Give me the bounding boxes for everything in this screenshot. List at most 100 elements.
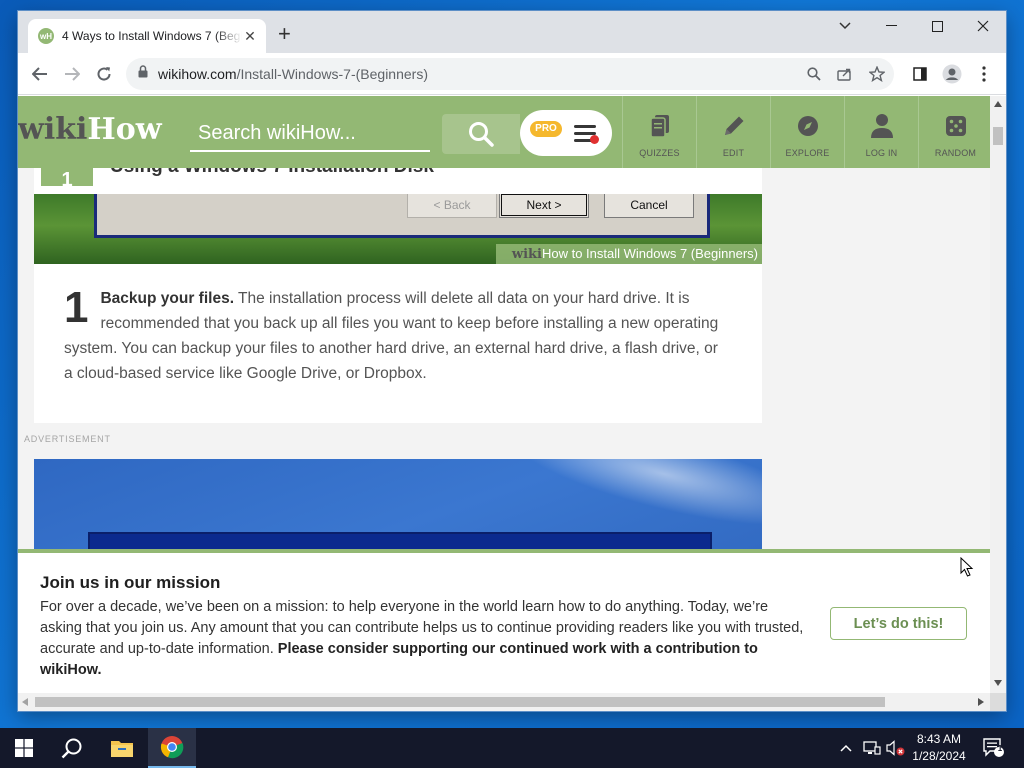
horizontal-scroll-thumb[interactable] (35, 697, 885, 707)
kebab-menu-icon[interactable] (973, 64, 995, 84)
user-icon (870, 112, 894, 140)
wikihow-search (190, 116, 430, 152)
article-section: 1 Using a Windows 7 Installation Disk < … (34, 168, 762, 423)
taskbar-search-button[interactable] (48, 728, 96, 768)
wikihow-favicon-icon: wH (38, 28, 54, 44)
start-button[interactable] (0, 728, 48, 768)
windows-logo-icon (15, 739, 33, 757)
profile-avatar-icon[interactable] (941, 64, 963, 84)
lets-do-this-button[interactable]: Let’s do this! (830, 607, 967, 640)
tray-overflow-chevron-up-icon[interactable] (838, 739, 854, 757)
logo-how: How (87, 112, 162, 147)
nav-edit-label: EDIT (722, 148, 745, 158)
close-window-button[interactable] (960, 11, 1006, 41)
browser-window: wH 4 Ways to Install Windows 7 (Beginner… (18, 11, 1006, 711)
caption-brand-how: How (541, 246, 568, 261)
nav-random-label: RANDOM (934, 148, 977, 158)
tab-search-chevron-down-icon[interactable] (822, 11, 868, 41)
banner-title: Join us in our mission (40, 573, 221, 592)
url-host: wikihow.com (158, 66, 237, 82)
advertisement-label: ADVERTISEMENT (24, 434, 111, 444)
nav-login-label: LOG IN (865, 148, 898, 158)
nav-edit[interactable]: EDIT (696, 96, 770, 168)
scroll-right-arrow-icon[interactable] (978, 698, 984, 706)
banner-text: For over a decade, we’ve been on a missi… (40, 597, 810, 681)
scroll-left-arrow-icon[interactable] (22, 698, 28, 706)
notification-center-button[interactable]: 1 (982, 738, 1006, 757)
vertical-scroll-thumb[interactable] (993, 127, 1003, 145)
caption-brand-wiki: wiki (511, 247, 542, 262)
pencil-icon (722, 112, 746, 140)
step-image: < Back Next > Cancel wikiHow to Install … (34, 194, 762, 264)
mouse-cursor-icon (960, 556, 974, 582)
nav-explore-label: EXPLORE (785, 148, 830, 158)
scroll-up-arrow-icon[interactable] (994, 101, 1002, 107)
browser-toolbar: wikihow.com/Install-Windows-7-(Beginners… (18, 53, 1006, 95)
dialog-next-button: Next > (499, 194, 589, 218)
maximize-button[interactable] (914, 11, 960, 41)
mission-banner: Join us in our mission For over a decade… (18, 549, 990, 693)
chrome-icon (160, 736, 184, 759)
network-icon[interactable] (862, 739, 882, 757)
zoom-search-icon[interactable] (806, 66, 822, 82)
new-tab-button[interactable]: + (278, 23, 291, 45)
wikihow-search-button[interactable] (442, 114, 520, 154)
installer-dialog-image: < Back Next > Cancel (94, 194, 710, 238)
share-icon[interactable] (837, 66, 853, 82)
pro-menu-button[interactable]: PRO (520, 110, 612, 156)
clock-time: 8:43 AM (916, 732, 962, 746)
minimize-button[interactable] (868, 11, 914, 41)
nav-quizzes[interactable]: QUIZZES (622, 96, 696, 168)
tab-title: 4 Ways to Install Windows 7 (Beginners) … (62, 29, 242, 43)
bookmark-star-icon[interactable] (869, 66, 885, 82)
nav-random[interactable]: RANDOM (918, 96, 990, 168)
step-bold: Backup your files. (100, 290, 234, 307)
clock-date: 1/28/2024 (912, 749, 966, 763)
nav-explore[interactable]: EXPLORE (770, 96, 844, 168)
image-caption: wikiHow to Install Windows 7 (Beginners) (495, 244, 762, 264)
dialog-back-button: < Back (407, 194, 497, 218)
folder-icon (111, 741, 133, 757)
url-text: wikihow.com/Install-Windows-7-(Beginners… (158, 66, 428, 82)
forward-arrow-icon[interactable] (61, 64, 83, 84)
horizontal-scrollbar[interactable] (18, 693, 990, 711)
tab-close-icon[interactable]: ✕ (242, 28, 258, 45)
file-explorer-button[interactable] (98, 728, 146, 768)
caption-text: to Install Windows 7 (Beginners) (567, 246, 758, 261)
page-viewport: 1 Using a Windows 7 Installation Disk < … (18, 96, 990, 693)
nav-quizzes-label: QUIZZES (639, 148, 680, 158)
scroll-corner (990, 693, 1006, 711)
url-path: /Install-Windows-7-(Beginners) (236, 66, 428, 82)
step-text: 1 Backup your files. The installation pro… (64, 286, 724, 386)
nav-login[interactable]: LOG IN (844, 96, 918, 168)
tab-active[interactable]: wH 4 Ways to Install Windows 7 (Beginner… (28, 19, 266, 53)
tab-strip: wH 4 Ways to Install Windows 7 (Beginner… (18, 11, 1006, 53)
dice-icon (945, 112, 967, 140)
wikihow-nav: QUIZZES EDIT EXPLORE LOG IN RANDOM (622, 96, 990, 168)
back-arrow-icon[interactable] (29, 64, 51, 84)
lock-icon[interactable] (138, 65, 148, 83)
reload-icon[interactable] (93, 64, 115, 84)
wikihow-header: wikiHow PRO QUIZZES (18, 96, 990, 168)
logo-wiki: wiki (18, 112, 88, 147)
search-icon (469, 122, 494, 147)
wikihow-search-input[interactable] (190, 116, 430, 150)
side-panel-icon[interactable] (909, 64, 931, 84)
notification-dot (590, 135, 599, 144)
system-clock[interactable]: 8:43 AM 1/28/2024 (908, 731, 970, 765)
step-number: 1 (64, 283, 89, 332)
address-bar[interactable]: wikihow.com/Install-Windows-7-(Beginners… (126, 58, 894, 90)
vertical-scrollbar[interactable] (990, 96, 1006, 693)
search-icon (61, 738, 82, 759)
volume-muted-icon[interactable] (886, 739, 906, 757)
scroll-down-arrow-icon[interactable] (994, 680, 1002, 686)
method-header: 1 Using a Windows 7 Installation Disk (34, 168, 762, 194)
notification-count: 1 (997, 744, 1003, 753)
dialog-cancel-button: Cancel (604, 194, 694, 218)
method-title: Using a Windows 7 Installation Disk (110, 168, 434, 178)
wikihow-logo[interactable]: wikiHow (18, 112, 162, 147)
taskbar: 8:43 AM 1/28/2024 1 (0, 728, 1024, 768)
chrome-taskbar-button[interactable] (148, 728, 196, 768)
quizzes-icon (649, 112, 671, 140)
compass-icon (796, 112, 820, 140)
